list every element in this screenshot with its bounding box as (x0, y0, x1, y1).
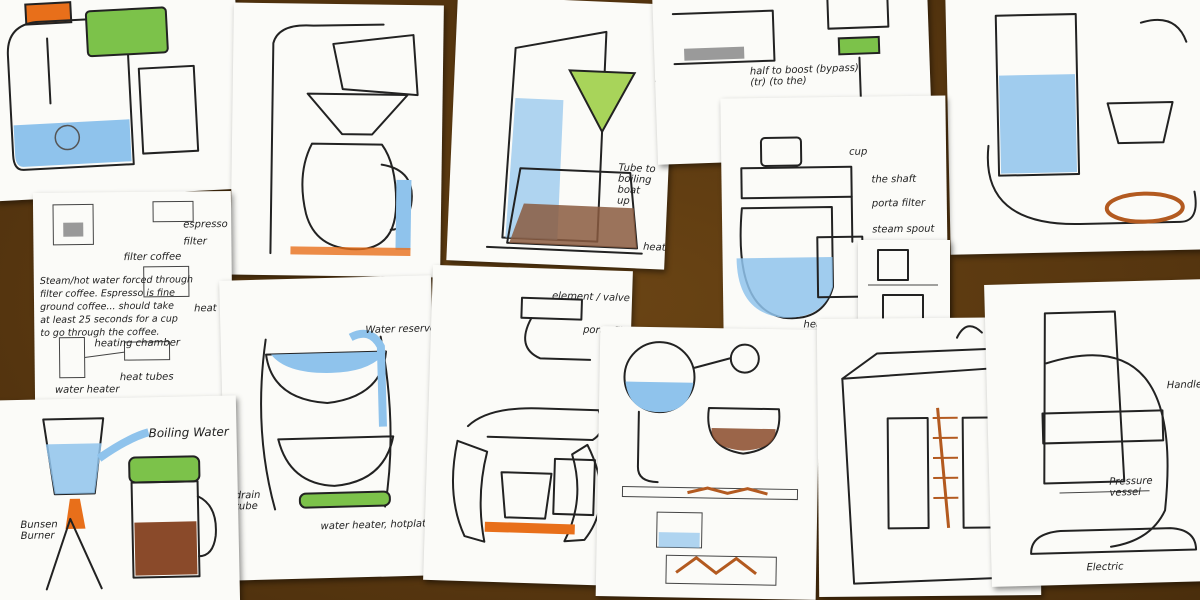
sketch-sheet-cylinder (945, 0, 1200, 255)
sketch-sheet-bunsen: Boiling Water Bunsen Burner (0, 395, 241, 600)
sketch-sheet-orange-bowls: Water reservoir drain tube water heater,… (219, 275, 439, 581)
pourover-heat-label: heat (642, 241, 666, 254)
outline-drawing (1030, 310, 1198, 555)
sketch-sheet-notes: espresso filter filter coffee heat Steam… (32, 190, 234, 409)
orange-bowls-drawing (260, 329, 395, 511)
pourover-drawing (485, 30, 643, 255)
sketch-sheet-pourover: fi Tube to boiling boat up heat (446, 0, 676, 270)
green-brewer-drawing (6, 1, 200, 171)
bunsen-boiling-label: Boiling Water (148, 424, 229, 441)
portafilter-shaft-label: the shaft (871, 173, 917, 186)
sketch-collage: fi Tube to boiling boat up heat half to … (0, 0, 1200, 600)
cylinder-drawing (986, 13, 1197, 226)
portafilter-spout-label: steam spout (872, 223, 935, 236)
globe-drawing (621, 341, 799, 586)
notes-label-b: filter (183, 236, 207, 248)
sketch-sheet-green-brewer (0, 0, 246, 202)
espresso-top-note: half to boost (bypass) (tr) (to the) (749, 62, 860, 89)
notes-paragraph: Steam/hot water forced through filter co… (39, 274, 194, 339)
notes-label-f: heat tubes (119, 371, 174, 384)
pourover-tube-label: Tube to boiling boat up (616, 162, 656, 208)
notes-label-g: water heater (54, 384, 120, 396)
bunsen-burner-label: Bunsen Burner (20, 519, 58, 542)
sketch-sheet-outline: Handle Pressure vessel Electric (984, 279, 1200, 587)
notes-label-a: espresso (183, 219, 228, 231)
orange-bowls-drain-label: drain tube (234, 489, 261, 513)
outline-pressure-label: Pressure vessel (1109, 475, 1153, 499)
pitcher-drawing (269, 23, 419, 257)
outline-handle-label: Handle (1166, 379, 1200, 392)
portafilter-filter-label: porta filter (871, 197, 926, 210)
portafilter-cup-label: cup (849, 146, 868, 158)
notes-label-c: filter coffee (123, 251, 182, 264)
notes-label-d: heat (194, 303, 217, 315)
sketch-sheet-pitcher (230, 2, 444, 278)
orange-bowls-reservoir-label: Water reservoir (365, 322, 439, 337)
sketch-sheet-globe (595, 326, 821, 600)
outline-electric-label: Electric (1086, 561, 1124, 574)
notes-label-e: heating chamber (94, 337, 181, 350)
